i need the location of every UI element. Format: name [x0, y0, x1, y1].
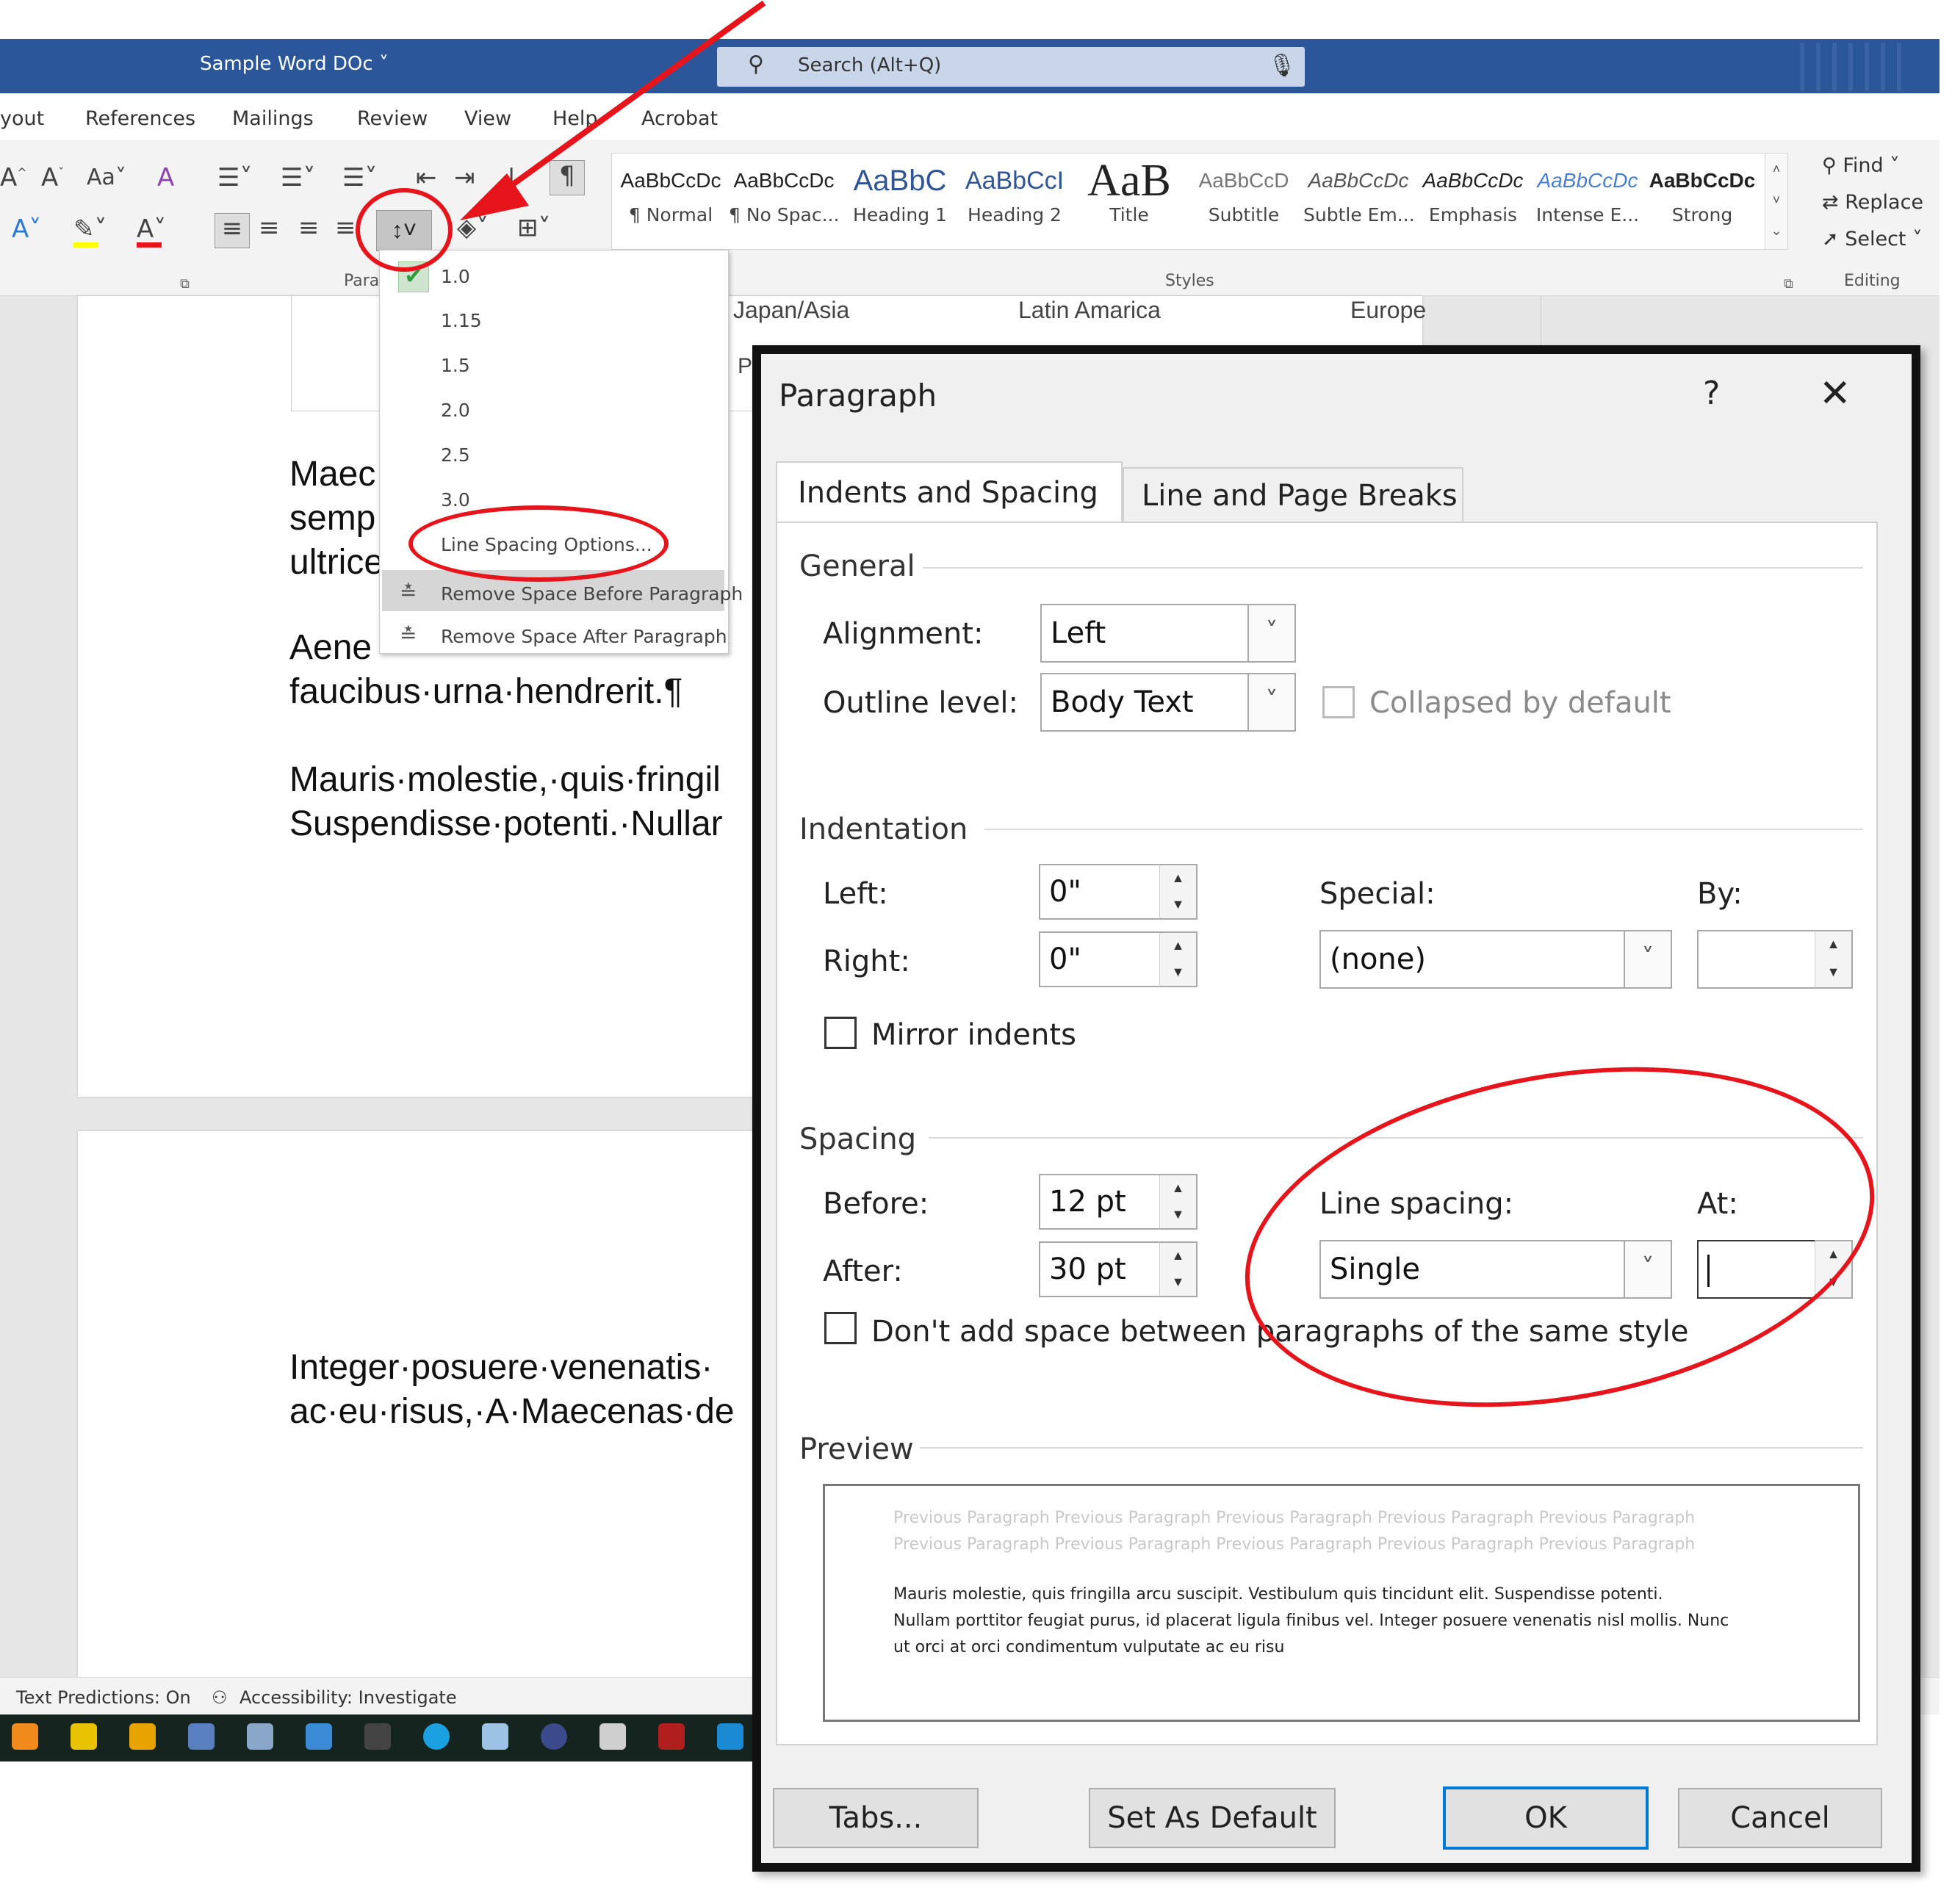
annotation-arrow	[460, 0, 766, 220]
